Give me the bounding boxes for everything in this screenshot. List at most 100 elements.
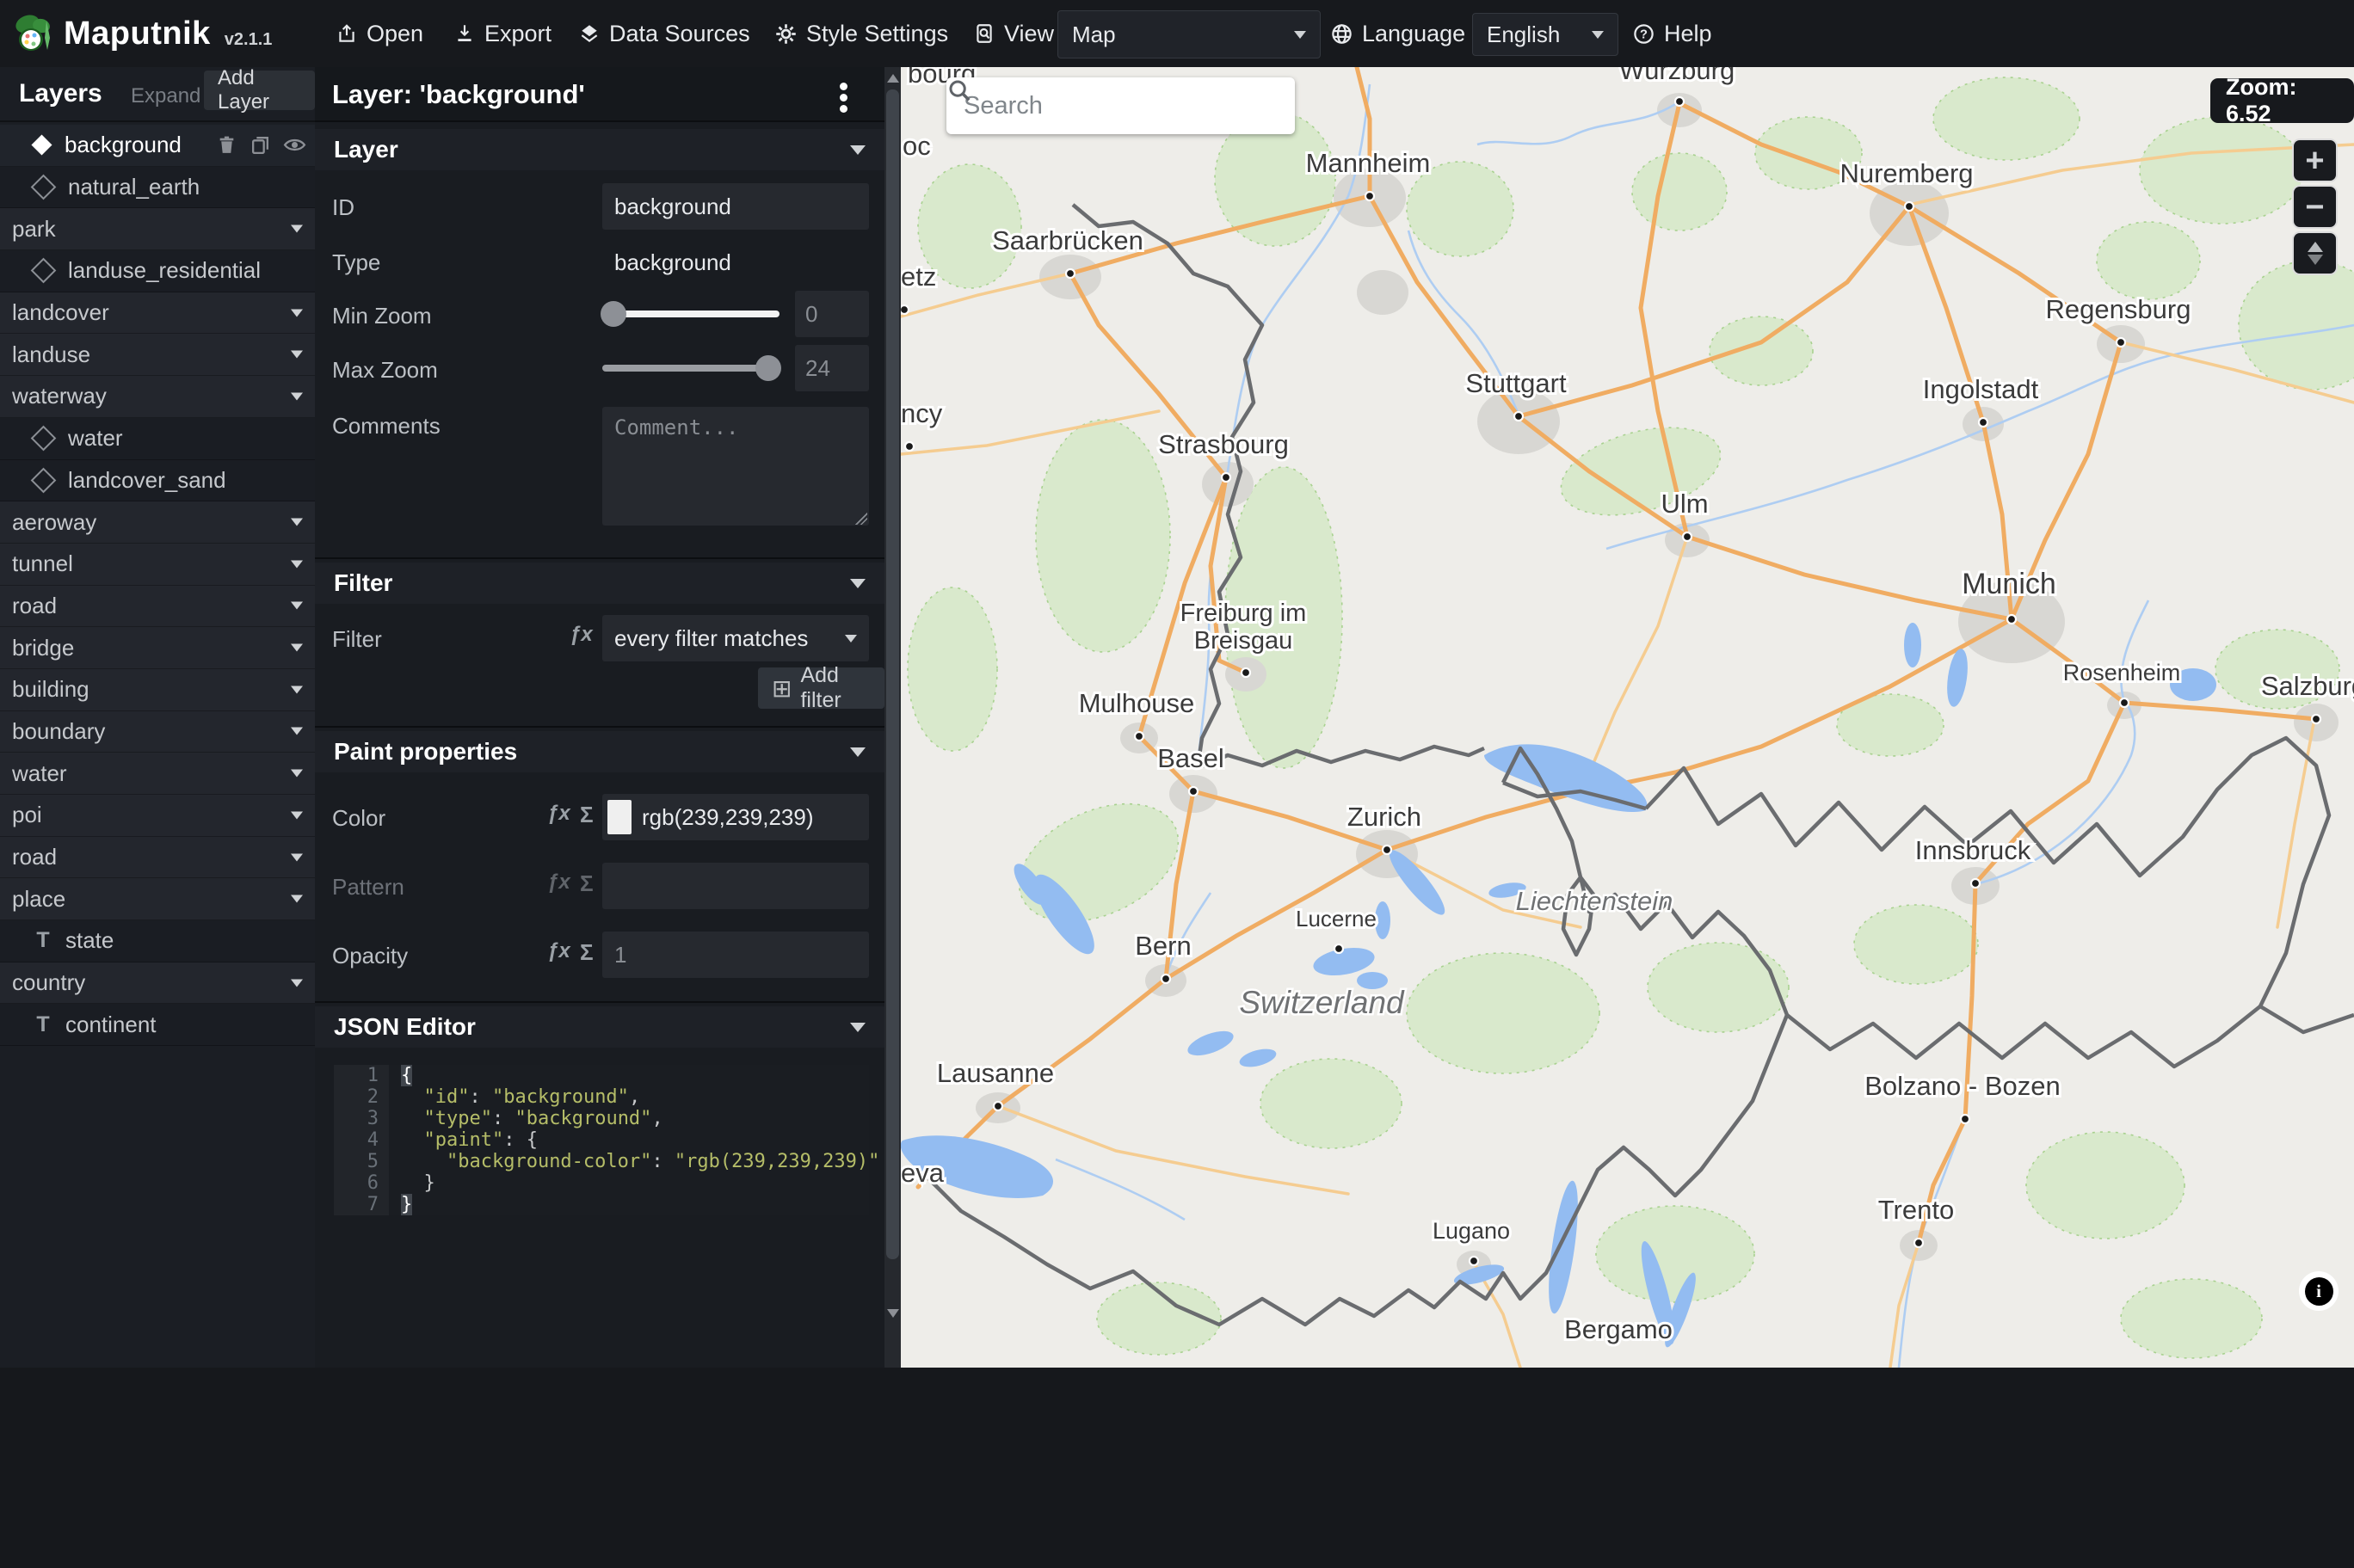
chevron-down-icon[interactable] [291, 727, 303, 735]
section-paint[interactable]: Paint properties [315, 731, 884, 772]
map-canvas[interactable]: bourg oc Würzburg Mannheim Nuremberg Saarbrüc… [901, 67, 2354, 1368]
chevron-down-icon[interactable] [291, 979, 303, 987]
help-label: Help [1664, 20, 1712, 46]
json-code-editor[interactable]: 1{2 "id": "background", 3 "type": "backgr… [334, 1065, 879, 1215]
layer-row-water[interactable]: water [0, 417, 315, 460]
layer-row-water[interactable]: water [0, 753, 315, 795]
editor-scrollbar[interactable] [884, 67, 901, 1368]
json-line[interactable]: 3 "type": "background", [334, 1108, 869, 1129]
chevron-down-icon[interactable] [291, 560, 303, 569]
section-filter[interactable]: Filter [315, 563, 884, 604]
arrow-up-icon [2307, 242, 2323, 252]
add-layer-button[interactable]: Add Layer [204, 67, 315, 114]
visibility-eye-icon[interactable] [283, 134, 306, 156]
chevron-down-icon[interactable] [291, 601, 303, 610]
chevron-down-icon[interactable] [291, 518, 303, 526]
layer-row-background[interactable]: background [0, 125, 315, 167]
chevron-down-icon[interactable] [291, 895, 303, 903]
id-input[interactable]: background [602, 183, 869, 230]
menu-style-settings[interactable]: Style Settings [774, 0, 948, 67]
zoom-out-button[interactable]: − [2292, 185, 2338, 229]
fx-expression-icon[interactable]: ƒx [547, 939, 570, 963]
layer-row-aeroway[interactable]: aeroway [0, 501, 315, 544]
json-line[interactable]: 2 "id": "background", [334, 1086, 869, 1108]
layer-row-landcover[interactable]: landcover [0, 292, 315, 335]
language-select[interactable]: English [1472, 13, 1618, 56]
section-layer[interactable]: Layer [315, 129, 884, 170]
max-zoom-slider-thumb[interactable] [755, 355, 781, 381]
chevron-down-icon[interactable] [291, 392, 303, 401]
zoom-function-icon[interactable]: Σ [580, 939, 594, 966]
pattern-input[interactable] [602, 863, 869, 909]
duplicate-layer-icon[interactable] [250, 134, 271, 156]
layer-row-place[interactable]: place [0, 878, 315, 921]
chevron-down-icon[interactable] [291, 686, 303, 694]
color-input[interactable]: rgb(239,239,239) [602, 794, 869, 840]
scroll-down-icon[interactable] [887, 1309, 899, 1318]
opacity-input[interactable]: 1 [602, 932, 869, 978]
layer-row-landuse[interactable]: landuse [0, 334, 315, 377]
layer-row-waterway[interactable]: waterway [0, 376, 315, 418]
max-zoom-slider[interactable] [602, 355, 781, 381]
kebab-menu-icon[interactable] [840, 79, 848, 116]
layer-row-building[interactable]: building [0, 668, 315, 711]
scrollbar-thumb[interactable] [886, 89, 899, 1259]
fx-expression-icon[interactable]: ƒx [547, 870, 570, 895]
zoom-in-button[interactable]: + [2292, 138, 2338, 182]
chevron-down-icon[interactable] [291, 224, 303, 233]
map-search-box[interactable]: Search [946, 77, 1295, 134]
layer-row-landuse_residential[interactable]: landuse_residential [0, 250, 315, 292]
delete-layer-icon[interactable] [216, 134, 237, 156]
view-select[interactable]: Map [1057, 10, 1321, 58]
maputnik-logo-icon [15, 15, 50, 51]
menu-data-sources[interactable]: Data Sources [578, 0, 750, 67]
add-filter-button[interactable]: ⊞ Add filter [758, 663, 884, 712]
fx-expression-icon[interactable]: ƒx [547, 802, 570, 826]
json-line[interactable]: 4 "paint": { [334, 1129, 869, 1151]
city-dot [901, 304, 910, 316]
zoom-function-icon[interactable]: Σ [580, 802, 594, 828]
chevron-down-icon[interactable] [291, 853, 303, 862]
expand-button[interactable]: Expand [131, 84, 200, 108]
chevron-down-icon[interactable] [291, 309, 303, 317]
menu-open[interactable]: Open [336, 0, 423, 67]
layer-row-landcover_sand[interactable]: landcover_sand [0, 459, 315, 502]
menu-help[interactable]: ? Help [1632, 0, 1712, 67]
layer-row-continent[interactable]: Tcontinent [0, 1004, 315, 1047]
filter-combinator-select[interactable]: every filter matches [602, 615, 869, 661]
zoom-function-icon[interactable]: Σ [580, 870, 594, 897]
json-line[interactable]: 7} [334, 1194, 869, 1215]
layer-row-state[interactable]: Tstate [0, 920, 315, 962]
chevron-down-icon[interactable] [291, 769, 303, 778]
scroll-up-icon[interactable] [887, 74, 899, 83]
attribution-button[interactable]: i [2299, 1271, 2339, 1311]
layer-row-natural_earth[interactable]: natural_earth [0, 166, 315, 209]
json-line[interactable]: 5 "background-color": "rgb(239,239,239)" [334, 1151, 879, 1172]
compass-tilt-button[interactable] [2292, 231, 2338, 275]
layer-row-boundary[interactable]: boundary [0, 710, 315, 753]
chevron-down-icon[interactable] [291, 811, 303, 820]
comments-textarea[interactable]: Comment... [602, 407, 869, 526]
layer-row-tunnel[interactable]: tunnel [0, 543, 315, 586]
min-zoom-slider-thumb[interactable] [601, 301, 626, 327]
layer-row-road[interactable]: road [0, 585, 315, 628]
chevron-down-icon[interactable] [291, 350, 303, 359]
color-swatch[interactable] [607, 800, 632, 834]
layer-row-bridge[interactable]: bridge [0, 627, 315, 669]
text-layer-icon: T [36, 928, 50, 953]
layer-row-park[interactable]: park [0, 208, 315, 251]
resize-handle[interactable] [855, 513, 867, 525]
menu-export[interactable]: Export [453, 0, 552, 67]
fx-expression-icon[interactable]: ƒx [570, 623, 593, 647]
line-number: 5 [334, 1151, 389, 1172]
min-zoom-slider[interactable] [601, 301, 780, 327]
json-line[interactable]: 6 } [334, 1172, 869, 1194]
layer-row-poi[interactable]: poi [0, 795, 315, 837]
min-zoom-input[interactable]: 0 [795, 291, 869, 337]
chevron-down-icon[interactable] [291, 643, 303, 652]
max-zoom-input[interactable]: 24 [795, 345, 869, 391]
json-line[interactable]: 1{ [334, 1065, 869, 1086]
layer-row-road[interactable]: road [0, 836, 315, 879]
layer-row-country[interactable]: country [0, 962, 315, 1005]
section-json-editor[interactable]: JSON Editor [315, 1006, 884, 1048]
